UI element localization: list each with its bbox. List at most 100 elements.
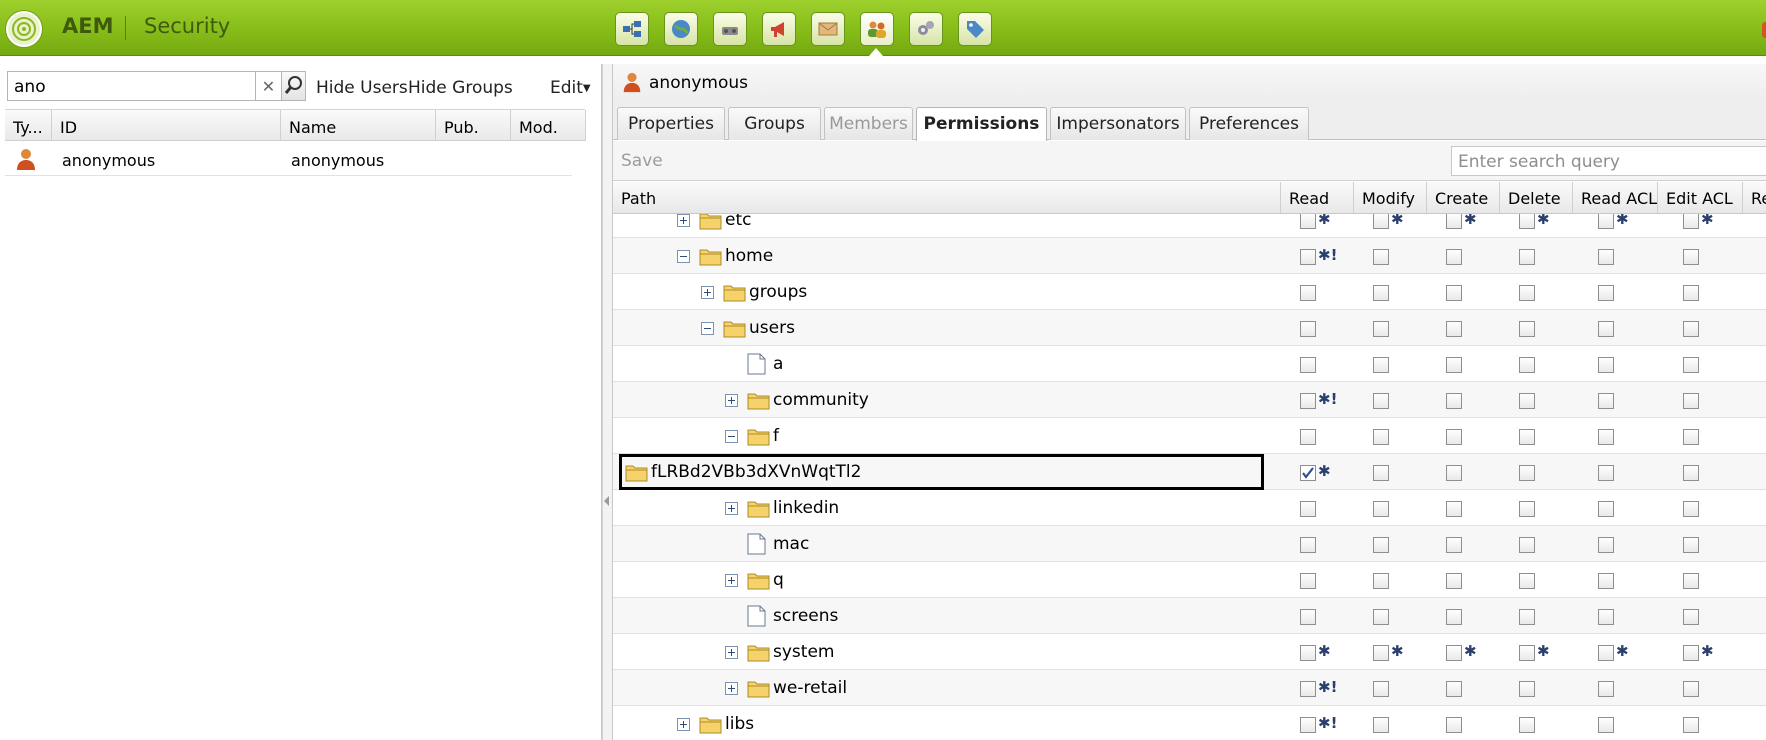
- permission-checkbox[interactable]: [1300, 321, 1316, 337]
- permission-checkbox[interactable]: [1598, 681, 1614, 697]
- permission-checkbox[interactable]: [1519, 393, 1535, 409]
- permission-checkbox[interactable]: [1683, 214, 1699, 229]
- permission-checkbox[interactable]: [1519, 681, 1535, 697]
- permission-checkbox[interactable]: [1683, 501, 1699, 517]
- permission-checkbox[interactable]: [1446, 465, 1462, 481]
- permission-checkbox[interactable]: [1598, 465, 1614, 481]
- permission-checkbox[interactable]: [1519, 573, 1535, 589]
- column-modify[interactable]: Modify: [1354, 182, 1427, 213]
- permission-checkbox[interactable]: [1598, 321, 1614, 337]
- column-name[interactable]: Name: [281, 110, 436, 141]
- permission-checkbox[interactable]: [1446, 214, 1462, 229]
- permission-checkbox[interactable]: [1598, 573, 1614, 589]
- permission-checkbox[interactable]: [1598, 357, 1614, 373]
- column-edit-acl[interactable]: Edit ACL: [1658, 182, 1743, 213]
- permission-checkbox[interactable]: [1683, 357, 1699, 373]
- permission-checkbox[interactable]: [1373, 285, 1389, 301]
- permission-checkbox[interactable]: [1373, 609, 1389, 625]
- hide-users-button[interactable]: Hide Users: [316, 78, 408, 98]
- permission-checkbox[interactable]: [1598, 393, 1614, 409]
- collapse-icon[interactable]: [701, 322, 714, 335]
- permission-checkbox[interactable]: [1300, 429, 1316, 445]
- permission-checkbox[interactable]: [1373, 393, 1389, 409]
- column-replicate[interactable]: Re: [1743, 182, 1766, 213]
- tab-properties[interactable]: Properties: [617, 107, 725, 140]
- column-read-acl[interactable]: Read ACL: [1573, 182, 1658, 213]
- permission-checkbox[interactable]: [1373, 214, 1389, 229]
- expand-icon[interactable]: [701, 286, 714, 299]
- column-id[interactable]: ID: [52, 110, 281, 141]
- tab-groups[interactable]: Groups: [728, 107, 821, 140]
- permission-checkbox[interactable]: [1519, 717, 1535, 733]
- tab-permissions[interactable]: Permissions: [916, 107, 1047, 141]
- inbox-icon[interactable]: [811, 12, 845, 46]
- tree-node-label[interactable]: linkedin: [773, 498, 839, 518]
- tree-row[interactable]: we-retail ✱!: [613, 670, 1766, 706]
- permission-checkbox[interactable]: [1598, 537, 1614, 553]
- tree-node-label[interactable]: groups: [749, 282, 807, 302]
- permission-checkbox[interactable]: [1598, 609, 1614, 625]
- clear-search-icon[interactable]: ✕: [256, 71, 281, 101]
- permission-checkbox[interactable]: [1300, 573, 1316, 589]
- permission-checkbox[interactable]: [1683, 681, 1699, 697]
- permission-checkbox[interactable]: [1446, 681, 1462, 697]
- table-row[interactable]: anonymous anonymous: [5, 142, 572, 176]
- column-type[interactable]: Ty...: [5, 110, 52, 141]
- permission-checkbox[interactable]: [1300, 357, 1316, 373]
- permission-checkbox[interactable]: [1519, 249, 1535, 265]
- permission-checkbox[interactable]: [1300, 717, 1316, 733]
- users-icon[interactable]: [860, 12, 894, 46]
- permission-checkbox[interactable]: [1300, 465, 1316, 481]
- permission-checkbox[interactable]: [1598, 429, 1614, 445]
- tree-node-label[interactable]: we-retail: [773, 678, 847, 698]
- permission-checkbox[interactable]: [1598, 717, 1614, 733]
- expand-icon[interactable]: [677, 214, 690, 227]
- tree-node-label[interactable]: libs: [725, 714, 754, 734]
- tools-icon[interactable]: [713, 12, 747, 46]
- tree-row[interactable]: home ✱!: [613, 238, 1766, 274]
- tree-row[interactable]: f: [613, 418, 1766, 454]
- permission-checkbox[interactable]: [1683, 249, 1699, 265]
- tree-row[interactable]: system ✱ ✱ ✱ ✱ ✱ ✱: [613, 634, 1766, 670]
- tree-row[interactable]: q: [613, 562, 1766, 598]
- permission-checkbox[interactable]: [1683, 573, 1699, 589]
- permission-checkbox[interactable]: [1683, 393, 1699, 409]
- tree-row[interactable]: community ✱!: [613, 382, 1766, 418]
- permission-checkbox[interactable]: [1598, 501, 1614, 517]
- permission-checkbox[interactable]: [1598, 214, 1614, 229]
- expand-icon[interactable]: [725, 682, 738, 695]
- notification-icon[interactable]: [1762, 22, 1766, 38]
- expand-icon[interactable]: [725, 394, 738, 407]
- permission-checkbox[interactable]: [1446, 249, 1462, 265]
- permission-checkbox[interactable]: [1446, 573, 1462, 589]
- permission-checkbox[interactable]: [1300, 537, 1316, 553]
- collapse-icon[interactable]: [677, 250, 690, 263]
- tree-node-label[interactable]: mac: [773, 534, 809, 554]
- permission-checkbox[interactable]: [1598, 285, 1614, 301]
- permission-checkbox[interactable]: [1446, 393, 1462, 409]
- permission-checkbox[interactable]: [1300, 393, 1316, 409]
- search-icon[interactable]: [281, 71, 306, 101]
- permission-checkbox[interactable]: [1446, 717, 1462, 733]
- tree-node-label[interactable]: screens: [773, 606, 838, 626]
- tree-row[interactable]: mac: [613, 526, 1766, 562]
- collapse-icon[interactable]: [725, 430, 738, 443]
- permission-checkbox[interactable]: [1683, 609, 1699, 625]
- tree-row[interactable]: a: [613, 346, 1766, 382]
- tree-row[interactable]: groups: [613, 274, 1766, 310]
- permission-checkbox[interactable]: [1598, 249, 1614, 265]
- permission-checkbox[interactable]: [1373, 717, 1389, 733]
- column-path[interactable]: Path: [613, 182, 1281, 213]
- tree-node-label[interactable]: f: [773, 426, 779, 446]
- permission-checkbox[interactable]: [1446, 285, 1462, 301]
- permission-checkbox[interactable]: [1300, 681, 1316, 697]
- permission-checkbox[interactable]: [1519, 214, 1535, 229]
- permission-checkbox[interactable]: [1300, 609, 1316, 625]
- tree-node-label[interactable]: home: [725, 246, 773, 266]
- tab-preferences[interactable]: Preferences: [1189, 107, 1309, 140]
- expand-icon[interactable]: [725, 646, 738, 659]
- expand-icon[interactable]: [677, 718, 690, 731]
- edit-menu-button[interactable]: Edit▼: [550, 78, 591, 98]
- permission-checkbox[interactable]: [1446, 609, 1462, 625]
- campaign-icon[interactable]: [762, 12, 796, 46]
